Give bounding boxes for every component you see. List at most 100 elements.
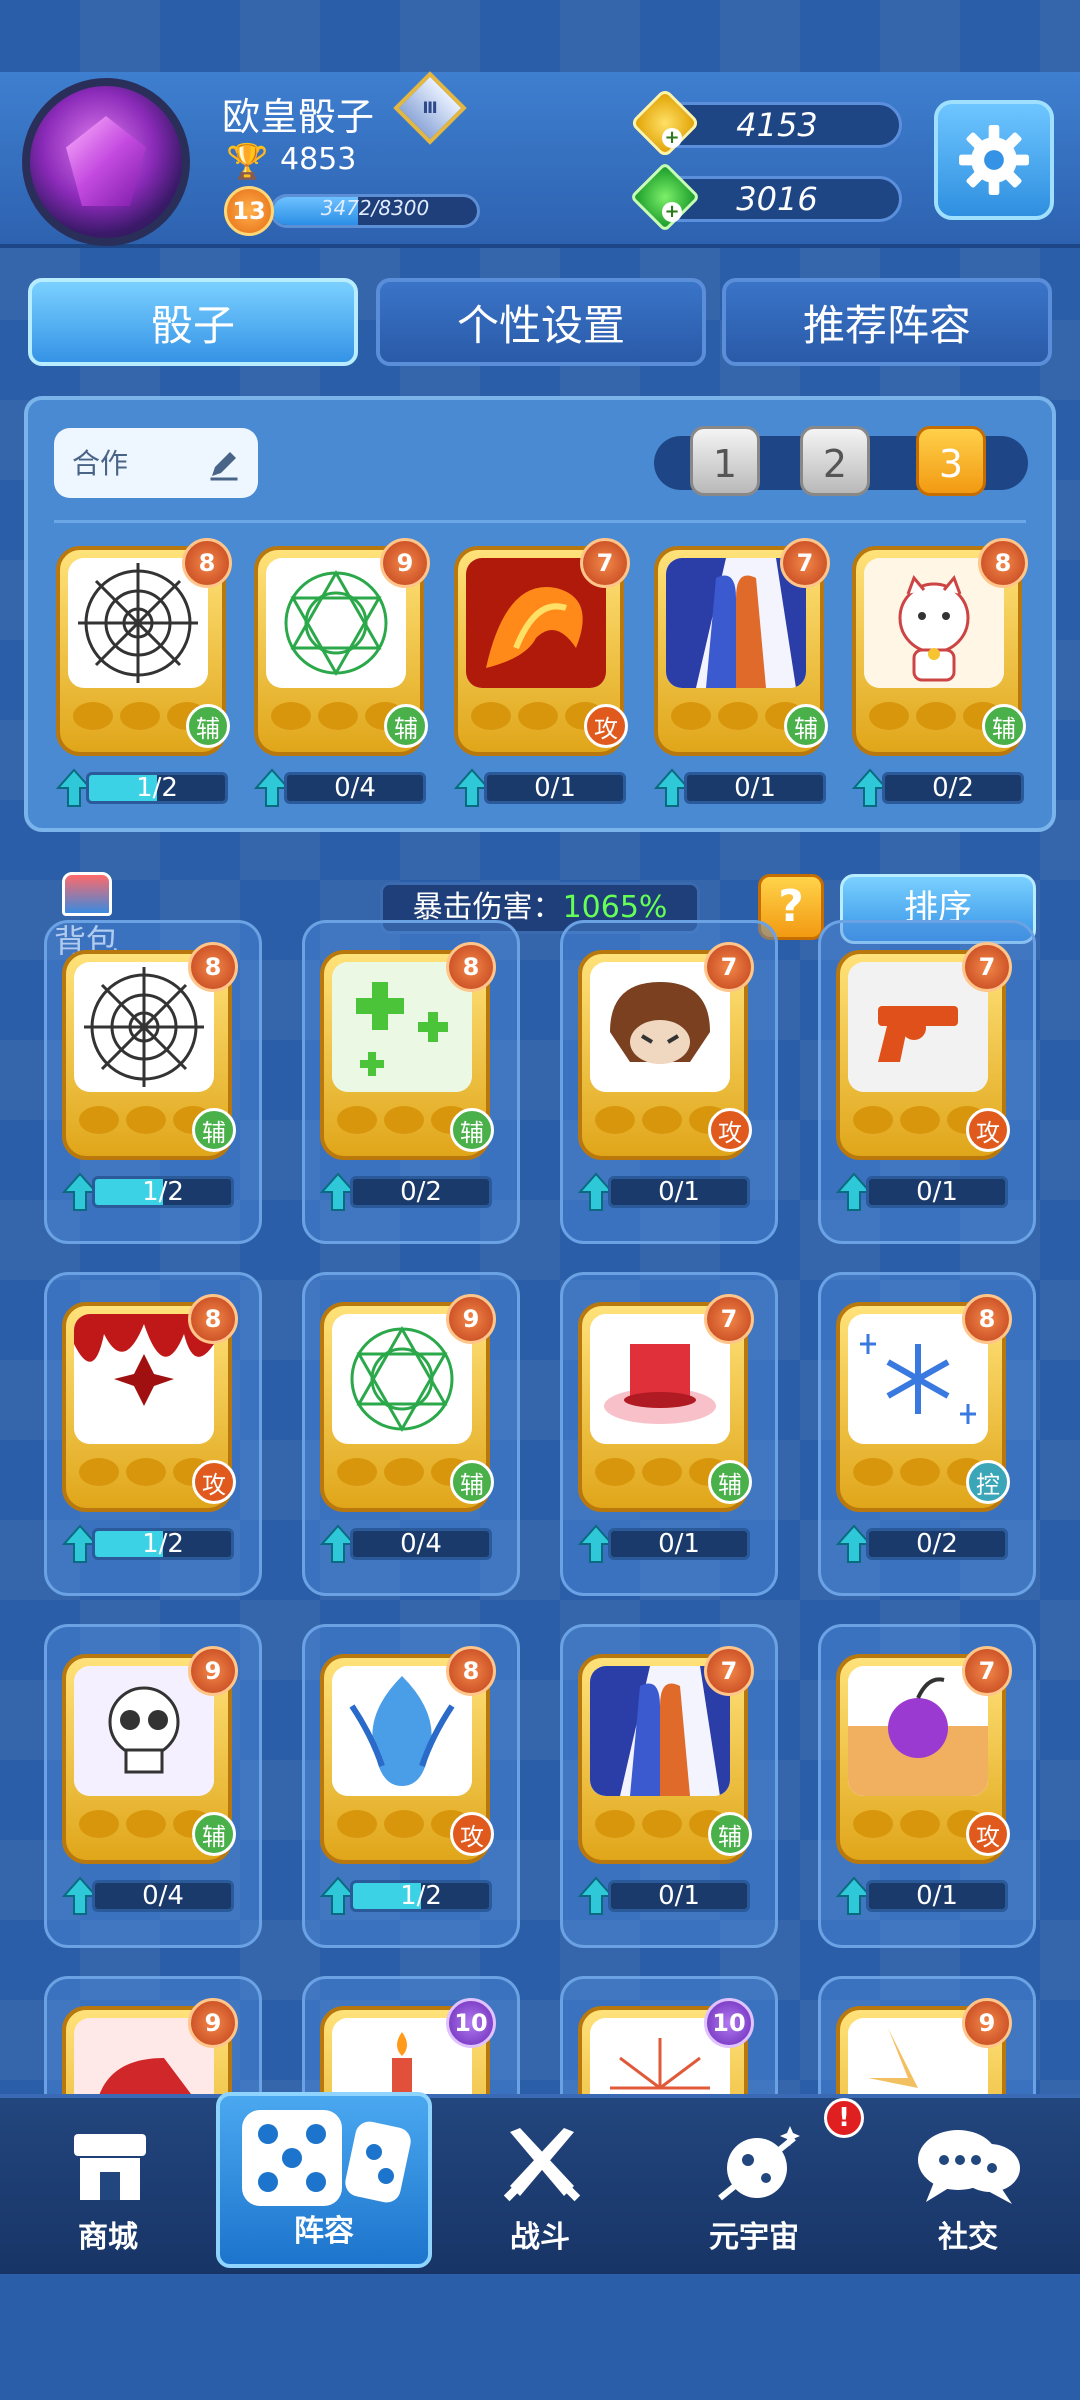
card-type-badge: 辅	[450, 1460, 494, 1504]
nav-social[interactable]: 社交	[868, 2110, 1068, 2270]
dice-card[interactable]: 8 攻 1/2	[320, 1646, 496, 1924]
dice-card[interactable]: 8 辅 1/2	[62, 942, 238, 1220]
card-level-badge: 10	[446, 1998, 496, 2048]
card-level-badge: 8	[182, 538, 232, 588]
card-type-badge: 攻	[192, 1460, 236, 1504]
crystal-icon	[66, 116, 146, 206]
card-type-badge: 辅	[186, 704, 230, 748]
dice-card[interactable]: 8 辅 1/2	[56, 538, 232, 816]
nav-battle[interactable]: 战斗	[440, 2110, 640, 2270]
card-level-badge: 7	[780, 538, 830, 588]
player-avatar[interactable]	[22, 78, 190, 246]
card-type-badge: 辅	[450, 1108, 494, 1152]
card-count: 0/2	[400, 1177, 442, 1207]
card-count: 0/1	[658, 1177, 700, 1207]
edit-pencil-icon	[210, 452, 238, 481]
dice-card[interactable]: 9 辅 0/4	[320, 1294, 496, 1572]
card-type-badge: 控	[966, 1460, 1010, 1504]
card-type-badge: 辅	[708, 1812, 752, 1856]
card-level-badge: 9	[188, 1646, 238, 1696]
xp-text: 3472/8300	[320, 196, 430, 220]
card-count: 1/2	[400, 1881, 442, 1911]
dice-card[interactable]: 7 攻 0/1	[836, 942, 1012, 1220]
gear-icon	[959, 125, 1029, 195]
dice-card[interactable]: 8 辅 0/2	[852, 538, 1028, 816]
player-level: 13	[224, 186, 274, 236]
dice-card[interactable]: 7 攻 0/1	[836, 1646, 1012, 1924]
card-type-badge: 辅	[708, 1460, 752, 1504]
username: 欧皇骰子	[222, 95, 375, 139]
card-type-badge: 攻	[708, 1108, 752, 1152]
card-level-badge: 7	[962, 1646, 1012, 1696]
card-count: 0/1	[534, 773, 576, 803]
card-count: 0/4	[400, 1529, 442, 1559]
card-type-badge: 攻	[966, 1812, 1010, 1856]
card-type-badge: 攻	[966, 1108, 1010, 1152]
deck-name-field[interactable]: 合作	[54, 428, 258, 498]
card-count: 0/1	[658, 1881, 700, 1911]
card-type-badge: 辅	[384, 704, 428, 748]
card-level-badge: 8	[446, 1646, 496, 1696]
tab-recommended-lineup[interactable]: 推荐阵容	[722, 278, 1052, 366]
dice-card[interactable]: 7 辅 0/1	[654, 538, 830, 816]
dice-card[interactable]: 9 辅 0/4	[254, 538, 430, 816]
card-type-badge: 攻	[450, 1812, 494, 1856]
dice-card[interactable]: 8 攻 1/2	[62, 1294, 238, 1572]
nav-metaverse[interactable]: 元宇宙	[654, 2110, 854, 2270]
chat-icon	[918, 2130, 1020, 2204]
card-count: 0/1	[658, 1529, 700, 1559]
card-level-badge: 7	[704, 1646, 754, 1696]
dice-card[interactable]: 8 控 0/2	[836, 1294, 1012, 1572]
nav-metaverse-label: 元宇宙	[709, 2220, 799, 2255]
nav-shop-label: 商城	[78, 2220, 138, 2255]
add-gold-button[interactable]: +	[662, 128, 682, 148]
tab-personalize[interactable]: 个性设置	[376, 278, 706, 366]
nav-social-label: 社交	[938, 2220, 998, 2255]
card-level-badge: 8	[188, 1294, 238, 1344]
dice-card[interactable]: 9 辅 0/4	[62, 1646, 238, 1924]
tab-dice[interactable]: 骰子	[28, 278, 358, 366]
card-count: 0/1	[916, 1881, 958, 1911]
card-level-badge: 7	[580, 538, 630, 588]
nav-battle-label: 战斗	[510, 2220, 570, 2255]
card-count: 0/1	[734, 773, 776, 803]
nav-shop[interactable]: 商城	[8, 2110, 208, 2270]
dice-card[interactable]: 7 辅 0/1	[578, 1294, 754, 1572]
trophy-count: 4853	[280, 142, 357, 177]
card-level-badge: 8	[188, 942, 238, 992]
card-level-badge: 9	[188, 1998, 238, 2048]
deck-name: 合作	[72, 447, 129, 480]
crossed-swords-icon	[503, 2128, 581, 2202]
card-level-badge: 7	[962, 942, 1012, 992]
panel-divider	[54, 520, 1026, 523]
add-gem-button[interactable]: +	[662, 202, 682, 222]
preset-2-button[interactable]: 2	[800, 426, 870, 496]
planet-icon	[718, 2126, 800, 2201]
card-level-badge: 9	[446, 1294, 496, 1344]
dice-card[interactable]: 7 攻 0/1	[454, 538, 630, 816]
card-type-badge: 辅	[784, 704, 828, 748]
card-level-badge: 7	[704, 1294, 754, 1344]
card-count: 0/4	[142, 1881, 184, 1911]
card-count: 1/2	[142, 1529, 184, 1559]
card-type-badge: 辅	[982, 704, 1026, 748]
card-type-badge: 攻	[584, 704, 628, 748]
card-type-badge: 辅	[192, 1108, 236, 1152]
dice-card[interactable]: 7 辅 0/1	[578, 1646, 754, 1924]
preset-3-button[interactable]: 3	[916, 426, 986, 496]
card-count: 0/2	[932, 773, 974, 803]
nav-lineup[interactable]: 阵容	[216, 2092, 432, 2268]
card-count: 1/2	[142, 1177, 184, 1207]
card-level-badge: 7	[704, 942, 754, 992]
dice-card[interactable]: 7 攻 0/1	[578, 942, 754, 1220]
trophy-icon: 🏆	[226, 142, 269, 182]
shop-icon	[74, 2134, 146, 2200]
notification-badge: !	[824, 2098, 864, 2138]
settings-button[interactable]	[934, 100, 1054, 220]
card-level-badge: 8	[978, 538, 1028, 588]
backpack-icon	[62, 872, 112, 916]
preset-1-button[interactable]: 1	[690, 426, 760, 496]
card-level-badge: 8	[446, 942, 496, 992]
card-level-badge: 8	[962, 1294, 1012, 1344]
dice-card[interactable]: 8 辅 0/2	[320, 942, 496, 1220]
